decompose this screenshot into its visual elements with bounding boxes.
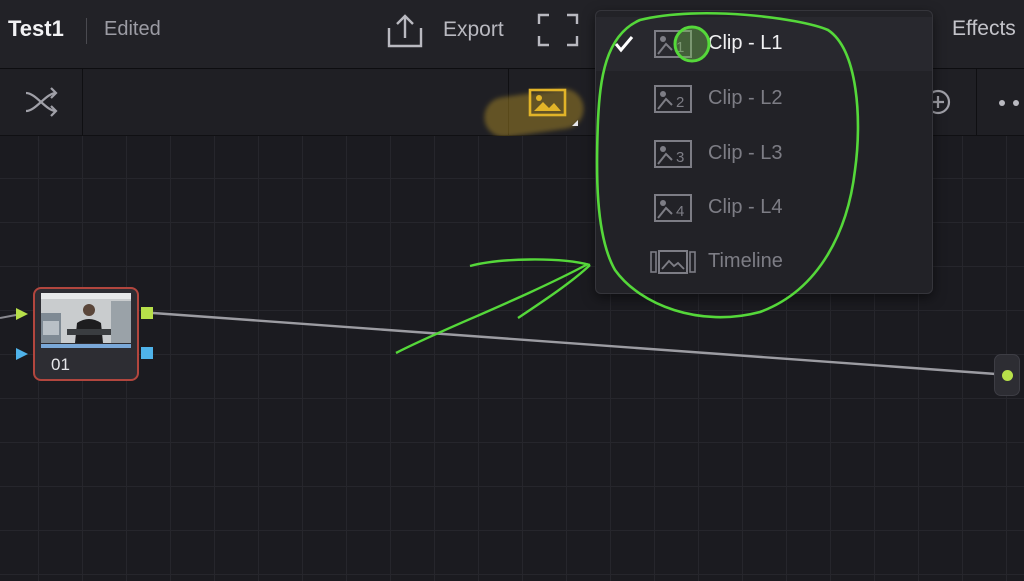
menu-item-clip-l4[interactable]: 4 Clip - L4 — [596, 181, 932, 235]
output-connection-line — [152, 311, 997, 376]
menu-item-timeline[interactable]: Timeline — [596, 235, 932, 289]
node-label: 01 — [51, 355, 70, 374]
timeline-icon — [650, 250, 696, 274]
svg-text:1: 1 — [676, 39, 684, 56]
clip-layer-icon: 3 — [654, 140, 692, 168]
menu-item-clip-l1[interactable]: 1 Clip - L1 — [596, 17, 932, 71]
menu-item-clip-l2[interactable]: 2 Clip - L2 — [596, 72, 932, 126]
output-port[interactable] — [1002, 370, 1013, 381]
corrector-node[interactable]: 01 — [33, 287, 139, 381]
thumbnail-image — [41, 293, 131, 343]
clip-layer-icon: 1 — [654, 30, 692, 58]
menu-item-label: Clip - L2 — [708, 87, 783, 109]
svg-text:3: 3 — [676, 149, 684, 166]
rgb-output-port[interactable] — [141, 307, 153, 319]
menu-item-label: Clip - L1 — [708, 32, 783, 54]
svg-text:4: 4 — [676, 203, 684, 220]
timeline-output-node[interactable] — [994, 354, 1020, 396]
node-thumbnail — [41, 293, 131, 343]
alpha-output-port[interactable] — [141, 347, 153, 359]
menu-item-clip-l3[interactable]: 3 Clip - L3 — [596, 127, 932, 181]
rgb-input-port[interactable] — [14, 306, 30, 322]
checkmark-icon — [614, 36, 634, 53]
menu-item-label: Timeline — [708, 250, 783, 272]
menu-item-label: Clip - L4 — [708, 196, 783, 218]
svg-text:2: 2 — [676, 94, 684, 111]
clip-layer-icon: 4 — [654, 194, 692, 222]
node-progress-bar — [41, 344, 131, 348]
alpha-input-port[interactable] — [14, 346, 30, 362]
clip-layer-icon: 2 — [654, 85, 692, 113]
menu-item-label: Clip - L3 — [708, 142, 783, 164]
source-dropdown-menu: 1 Clip - L1 2 Clip - L2 3 Clip - L3 4 Cl… — [595, 10, 933, 294]
